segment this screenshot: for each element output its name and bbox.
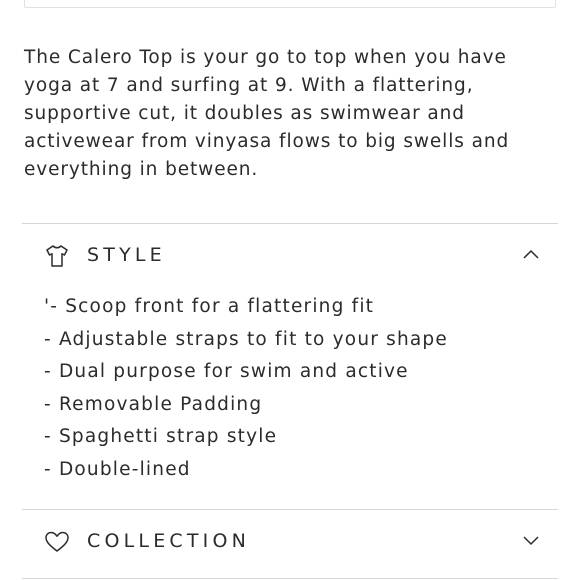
product-description: The Calero Top is your go to top when yo… bbox=[24, 47, 510, 180]
accordion-style-header[interactable]: STYLE bbox=[22, 231, 558, 281]
chevron-up-icon[interactable] bbox=[522, 248, 540, 260]
list-item: - Spaghetti strap style bbox=[44, 426, 278, 447]
style-feature-list: '- Scoop front for a flattering fit - Ad… bbox=[44, 291, 448, 486]
divider bbox=[22, 578, 558, 579]
accordion-collection-title: COLLECTION bbox=[87, 530, 251, 552]
chevron-down-icon[interactable] bbox=[522, 534, 540, 546]
list-item: - Double-lined bbox=[44, 458, 191, 480]
accordion-style-title: STYLE bbox=[87, 244, 166, 266]
list-item: - Adjustable straps to fit to your shape bbox=[44, 328, 448, 350]
accordion-collection-header[interactable]: COLLECTION bbox=[22, 517, 558, 567]
list-item: '- Scoop front for a flattering fit bbox=[44, 296, 375, 317]
list-item: - Dual purpose for swim and active bbox=[44, 361, 409, 382]
previous-panel-box bbox=[24, 0, 556, 8]
list-item: - Removable Padding bbox=[44, 393, 263, 415]
divider bbox=[22, 223, 558, 224]
divider bbox=[22, 509, 558, 510]
tshirt-icon bbox=[46, 245, 68, 267]
heart-icon bbox=[45, 531, 69, 552]
